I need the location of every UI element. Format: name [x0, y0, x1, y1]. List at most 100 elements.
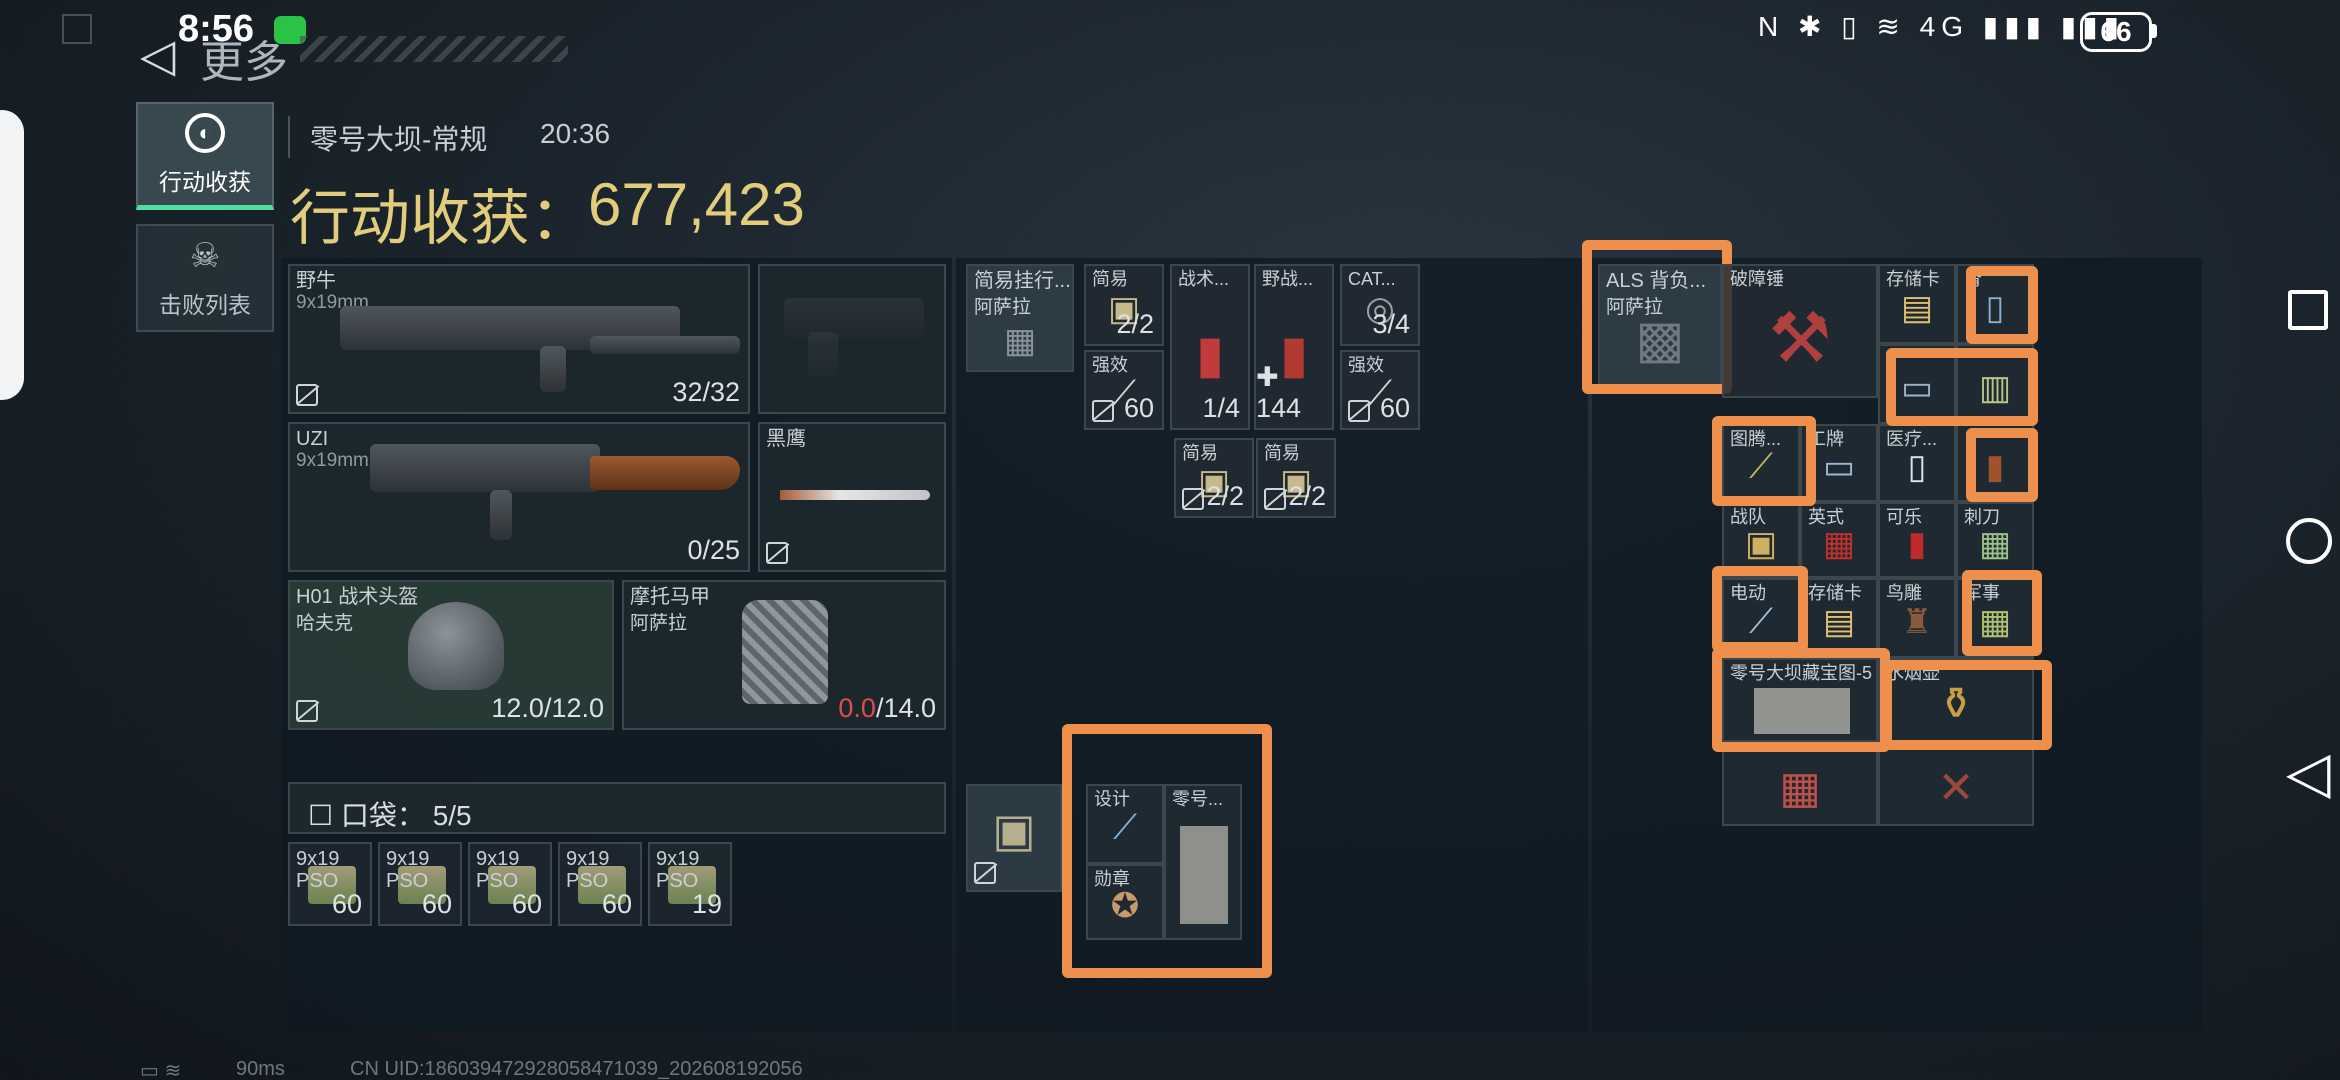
item-name: 简易: [1182, 443, 1218, 463]
pocket-item[interactable]: 9x19 PSO 60: [468, 842, 552, 926]
weapon-slot-primary[interactable]: 野牛 9x19mm 32/32: [288, 264, 750, 414]
cola-can-icon: ▮: [1907, 524, 1927, 563]
pocket-item[interactable]: 9x19 PSO 60: [378, 842, 462, 926]
item-count: 60: [1123, 393, 1154, 423]
weapon-name: 野牛: [296, 270, 336, 292]
highlight-item: [1886, 348, 2038, 426]
pocket-item[interactable]: 9x19 PSO 19: [648, 842, 732, 926]
pocket-item[interactable]: 9x19 PSO 60: [288, 842, 372, 926]
melee-slot[interactable]: 黑鹰: [758, 422, 946, 572]
backpack-item[interactable]: 刺刀 ▦: [1956, 502, 2034, 578]
medkit-icon: ▮: [1195, 326, 1225, 385]
weapon-slot-pistol-empty[interactable]: [758, 264, 946, 414]
weapon-caliber: 9x19mm: [296, 450, 369, 471]
backpack-item[interactable]: 医疗... ▯: [1878, 424, 1956, 502]
battery-tip: [2152, 24, 2157, 38]
vest-slot[interactable]: 摩托马甲 阿萨拉 0.0/14.0: [622, 580, 946, 730]
rig-item[interactable]: 简易 ▣ 2/2: [1174, 438, 1254, 518]
ammo-count: 0/25: [687, 535, 740, 565]
lock-icon: [1182, 488, 1204, 510]
rig-item[interactable]: 简易 ▣ 2/2: [1084, 264, 1164, 346]
target-icon: ◐: [185, 112, 225, 153]
backpack-item[interactable]: 可乐 ▮: [1878, 502, 1956, 578]
side-drawer-handle[interactable]: [0, 110, 24, 400]
back-arrow-icon[interactable]: ◁: [140, 28, 175, 82]
page-title: 更多: [200, 38, 288, 87]
crossbow-icon: ✕: [1937, 763, 1975, 813]
helmet-brand: 哈夫克: [296, 613, 354, 634]
gun-icon: [370, 444, 600, 492]
backpack-item[interactable]: 鸟雕 ♜: [1878, 578, 1956, 658]
ammo-count: 60: [601, 889, 632, 919]
vest-brand: 阿萨拉: [630, 613, 688, 634]
tea-tin-icon: ▦: [1822, 524, 1856, 563]
tab-loot-label: 行动收获: [159, 168, 251, 195]
highlight-backpack: [1582, 240, 1732, 394]
pocket-box-icon: ☐: [308, 800, 334, 831]
uid: CN UID:18603947292805847103​9_2026081920…: [350, 1058, 803, 1080]
rig-item[interactable]: 强效 ⟋ 60: [1084, 350, 1164, 430]
ammo-name: 9x19 PSO: [476, 848, 520, 892]
ammo-name: 9x19 PSO: [386, 848, 430, 892]
item-name: 鸟雕: [1886, 583, 1922, 603]
item-name: 简易: [1264, 443, 1300, 463]
vest-name: 摩托马甲: [630, 586, 710, 608]
rig-item[interactable]: 战术... ▮ 1/4: [1170, 264, 1250, 430]
team-badge-icon: ▣: [1744, 524, 1778, 563]
loot-value: 677,423: [588, 171, 805, 238]
helmet-durability: 12.0/12.0: [491, 693, 604, 723]
safe-case-icon: ▣: [992, 803, 1036, 856]
rig-name: 简易挂行...: [974, 270, 1071, 292]
item-name: 野战...: [1262, 269, 1314, 289]
item-name: 强效: [1348, 355, 1384, 375]
backpack-item[interactable]: 破障锤 ⚒: [1722, 264, 1878, 398]
memory-card-icon: ▤: [1822, 602, 1856, 641]
highlight-item: [1966, 266, 2038, 344]
tab-kill-list[interactable]: ☠ 击败列表: [136, 224, 274, 332]
rig-brand: 阿萨拉: [974, 297, 1032, 318]
wooden-stock-shape: [590, 456, 740, 490]
header-decoration: [300, 36, 568, 62]
tab-loot[interactable]: ◐ 行动收获: [136, 102, 274, 210]
backpack-item[interactable]: ▦: [1722, 742, 1878, 826]
status-indicator: [62, 14, 92, 44]
pocket-item[interactable]: 9x19 PSO 60: [558, 842, 642, 926]
ammo-count: 60: [511, 889, 542, 919]
safe-box-slot[interactable]: ▣: [966, 784, 1062, 892]
chest-rig-slot[interactable]: 简易挂行... 阿萨拉 ▦: [966, 264, 1074, 372]
backpack-item[interactable]: ✕: [1878, 742, 2034, 826]
ammo-name: 9x19 PSO: [296, 848, 340, 892]
highlight-item: [1712, 416, 1816, 506]
lock-icon: [1348, 400, 1370, 422]
pocket-header: ☐ 口袋： 5/5: [288, 782, 946, 834]
backpack-item[interactable]: 存储卡 ▤: [1878, 264, 1956, 344]
helmet-slot[interactable]: H01 战术头盔 哈夫克 12.0/12.0: [288, 580, 614, 730]
backpack-item[interactable]: 存储卡 ▤: [1800, 578, 1878, 658]
battery-small-icon: ▭ ≋: [140, 1060, 182, 1080]
stock-shape: [590, 336, 740, 354]
home-button[interactable]: [2286, 518, 2332, 564]
rig-item[interactable]: 野战... ▮ ✚ 144: [1254, 264, 1334, 430]
back-nav-button[interactable]: ◁: [2286, 744, 2331, 802]
backpack-item[interactable]: 英式 ▦: [1800, 502, 1878, 578]
pocket-count: 5/5: [432, 800, 472, 831]
rig-item[interactable]: 简易 ▣ 2/2: [1256, 438, 1336, 518]
item-name: 简易: [1092, 269, 1128, 289]
item-name: 存储卡: [1808, 583, 1862, 603]
item-count: 60: [1379, 393, 1410, 423]
badge-icon: ▭: [1822, 447, 1856, 486]
rig-item[interactable]: CAT... ◎ 3/4: [1340, 264, 1420, 346]
rig-item[interactable]: 强效 ⟋ 60: [1340, 350, 1420, 430]
helmet-icon: [408, 602, 504, 690]
ping: 90ms: [236, 1058, 285, 1080]
weapon-slot-secondary[interactable]: UZI 9x19mm 0/25: [288, 422, 750, 572]
item-count: ✚ 144: [1256, 362, 1302, 423]
highlight-item: [1882, 660, 2052, 750]
item-name: 存储卡: [1886, 269, 1940, 289]
mission-time: 20:36: [540, 118, 611, 149]
highlight-item: [1962, 570, 2042, 656]
item-name: 战术...: [1178, 269, 1230, 289]
knife-icon: [780, 490, 930, 500]
item-count: 2/2: [1206, 481, 1244, 511]
recent-apps-button[interactable]: [2288, 290, 2328, 330]
